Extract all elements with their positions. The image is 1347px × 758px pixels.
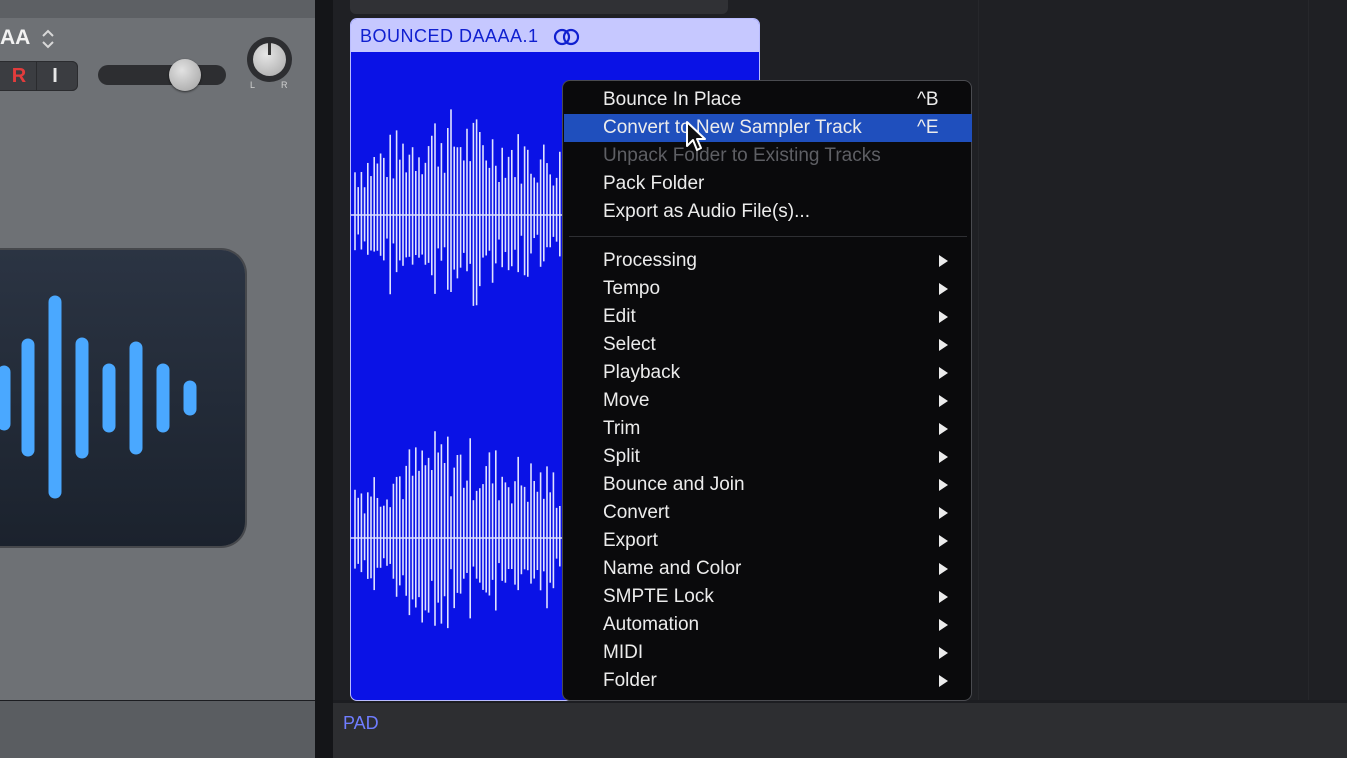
menu-item-convert-to-new-sampler-track[interactable]: Convert to New Sampler Track ^E bbox=[564, 114, 972, 142]
menu-item-export[interactable]: Export bbox=[569, 527, 965, 555]
submenu-arrow-icon bbox=[939, 507, 948, 519]
track-header: AA R I L R bbox=[0, 0, 315, 700]
submenu-arrow-icon bbox=[939, 535, 948, 547]
track-icon-tile[interactable] bbox=[0, 250, 245, 546]
submenu-arrow-icon bbox=[939, 647, 948, 659]
submenu-arrow-icon bbox=[939, 395, 948, 407]
menu-item-label: SMPTE Lock bbox=[603, 586, 714, 607]
menu-item-automation[interactable]: Automation bbox=[569, 611, 965, 639]
bar-gridline bbox=[978, 0, 979, 700]
audio-waveform-icon bbox=[0, 295, 197, 499]
pan-right-label: R bbox=[281, 80, 288, 90]
menu-item-label: Bounce and Join bbox=[603, 474, 745, 495]
menu-item-label: Edit bbox=[603, 306, 636, 327]
menu-item-label: Trim bbox=[603, 418, 641, 439]
submenu-arrow-icon bbox=[939, 311, 948, 323]
loop-link-icon bbox=[553, 28, 580, 46]
menu-item-label: Tempo bbox=[603, 278, 661, 299]
menu-item-playback[interactable]: Playback bbox=[569, 359, 965, 387]
menu-item-label: Split bbox=[603, 446, 640, 467]
menu-item-label: Folder bbox=[603, 670, 657, 691]
submenu-arrow-icon bbox=[939, 423, 948, 435]
header-divider bbox=[315, 0, 333, 758]
menu-item-label: Name and Color bbox=[603, 558, 742, 579]
menu-item-folder[interactable]: Folder bbox=[569, 667, 965, 695]
menu-item-convert[interactable]: Convert bbox=[569, 499, 965, 527]
menu-item-label: Automation bbox=[603, 614, 700, 635]
submenu-arrow-icon bbox=[939, 255, 948, 267]
submenu-arrow-icon bbox=[939, 479, 948, 491]
region-name: BOUNCED DAAAA.1 bbox=[360, 26, 539, 46]
menu-item-move[interactable]: Move bbox=[569, 387, 965, 415]
submenu-arrow-icon bbox=[939, 283, 948, 295]
submenu-arrow-icon bbox=[939, 619, 948, 631]
volume-slider-handle[interactable] bbox=[169, 59, 201, 91]
menu-item-split[interactable]: Split bbox=[569, 443, 965, 471]
menu-item-bounce-in-place[interactable]: Bounce In Place ^B bbox=[569, 86, 965, 114]
track-button-group: R I bbox=[0, 61, 78, 91]
volume-slider[interactable] bbox=[98, 59, 226, 91]
pan-knob[interactable] bbox=[247, 37, 292, 82]
menu-item-label: Convert to New Sampler Track bbox=[603, 117, 862, 138]
bar-gridline bbox=[1308, 0, 1309, 700]
next-track-header[interactable] bbox=[0, 701, 315, 758]
menu-item-export-as-audio-file-s[interactable]: Export as Audio File(s)... bbox=[569, 198, 965, 226]
menu-item-name-and-color[interactable]: Name and Color bbox=[569, 555, 965, 583]
menu-shortcut: ^B bbox=[917, 89, 939, 110]
menu-item-smpte-lock[interactable]: SMPTE Lock bbox=[569, 583, 965, 611]
menu-item-label: Select bbox=[603, 334, 656, 355]
mouse-pointer-icon bbox=[686, 121, 706, 151]
submenu-arrow-icon bbox=[939, 675, 948, 687]
menu-shortcut: ^E bbox=[917, 117, 939, 138]
menu-item-select[interactable]: Select bbox=[569, 331, 965, 359]
submenu-arrow-icon bbox=[939, 591, 948, 603]
menu-item-label: Export bbox=[603, 530, 658, 551]
track-name[interactable]: AA bbox=[0, 26, 30, 50]
pan-left-label: L bbox=[250, 80, 256, 90]
pan-knob-indicator bbox=[268, 43, 271, 55]
menu-item-unpack-folder-to-existing-tracks: Unpack Folder to Existing Tracks bbox=[569, 142, 965, 170]
menu-item-label: Playback bbox=[603, 362, 681, 383]
menu-item-tempo[interactable]: Tempo bbox=[569, 275, 965, 303]
next-track-label: PAD bbox=[343, 713, 379, 733]
menu-item-processing[interactable]: Processing bbox=[569, 247, 965, 275]
region-header[interactable]: BOUNCED DAAAA.1 bbox=[351, 19, 759, 52]
menu-item-label: Convert bbox=[603, 502, 670, 523]
track-header-topbar bbox=[0, 0, 315, 18]
menu-separator bbox=[569, 236, 967, 237]
menu-item-label: Unpack Folder to Existing Tracks bbox=[603, 145, 881, 166]
updown-chevron-icon[interactable] bbox=[40, 27, 56, 51]
menu-item-label: Pack Folder bbox=[603, 173, 705, 194]
menu-item-bounce-and-join[interactable]: Bounce and Join bbox=[569, 471, 965, 499]
submenu-arrow-icon bbox=[939, 339, 948, 351]
menu-item-label: Processing bbox=[603, 250, 697, 271]
input-monitor-button[interactable]: I bbox=[38, 61, 72, 91]
menu-item-label: MIDI bbox=[603, 642, 644, 663]
menu-item-pack-folder[interactable]: Pack Folder bbox=[569, 170, 965, 198]
region-context-menu: Bounce In Place ^B Convert to New Sampler … bbox=[562, 80, 972, 701]
record-enable-button[interactable]: R bbox=[2, 61, 37, 91]
menu-item-label: Move bbox=[603, 390, 650, 411]
submenu-arrow-icon bbox=[939, 367, 948, 379]
submenu-arrow-icon bbox=[939, 563, 948, 575]
submenu-arrow-icon bbox=[939, 451, 948, 463]
menu-item-midi[interactable]: MIDI bbox=[569, 639, 965, 667]
menu-item-edit[interactable]: Edit bbox=[569, 303, 965, 331]
menu-item-label: Bounce In Place bbox=[603, 89, 742, 110]
previous-region[interactable] bbox=[350, 0, 728, 14]
menu-item-trim[interactable]: Trim bbox=[569, 415, 965, 443]
pad-track-lane[interactable]: PAD bbox=[333, 703, 1347, 758]
menu-item-label: Export as Audio File(s)... bbox=[603, 201, 810, 222]
